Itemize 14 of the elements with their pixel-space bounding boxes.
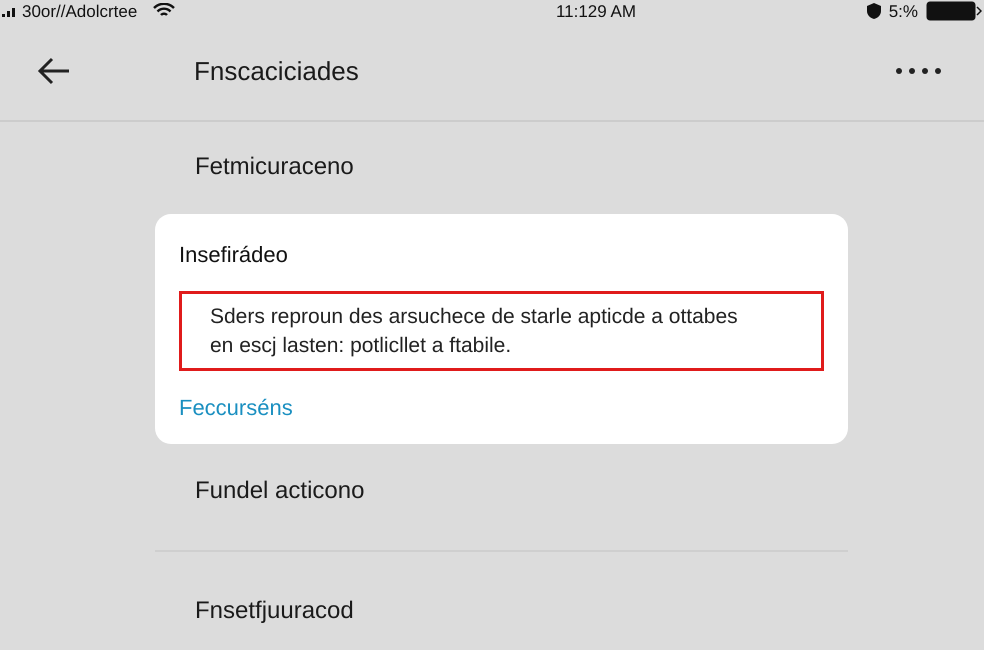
battery-icon xyxy=(926,1,982,21)
back-arrow-icon xyxy=(37,57,71,85)
clock: 11:129 AM xyxy=(556,2,636,20)
dots-icon xyxy=(896,68,942,74)
card-title: Insefirádeo xyxy=(179,241,288,269)
carrier-name: 30or//Adolcrtee xyxy=(22,2,138,20)
shield-icon xyxy=(866,3,881,19)
battery-percent: 5:% xyxy=(888,2,918,20)
list-item[interactable]: Fundel acticono xyxy=(195,473,364,509)
page-title: Fnscaciciades xyxy=(194,54,359,88)
highlighted-message: Sders reproun des arsuchece de starle apticde a ottabes en escj lasten: potlicllet a ftabile. xyxy=(179,291,824,371)
card-link[interactable]: Feccurséns xyxy=(179,391,293,424)
list-item[interactable]: Fnsetfjuuracod xyxy=(195,593,354,629)
list-item[interactable]: Fetmicuraceno xyxy=(195,149,354,185)
